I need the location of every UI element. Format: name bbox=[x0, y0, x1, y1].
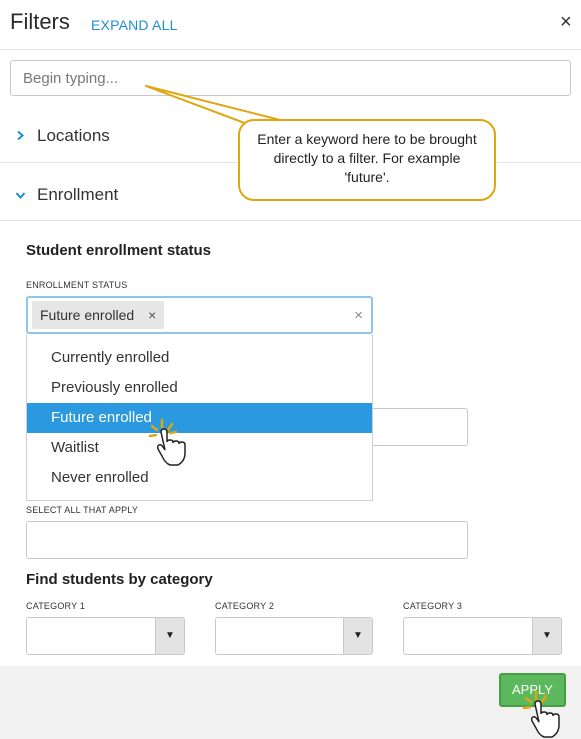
category-heading: Find students by category bbox=[26, 571, 213, 588]
enrollment-status-select[interactable]: Future enrolled × × bbox=[26, 296, 373, 334]
enrollment-options-dropdown: Currently enrolled Previously enrolled F… bbox=[26, 334, 373, 501]
footer-bar bbox=[0, 666, 581, 739]
chevron-down-icon bbox=[16, 192, 25, 200]
selected-tag: Future enrolled × bbox=[32, 301, 165, 329]
callout-tooltip: Enter a keyword here to be brought direc… bbox=[238, 119, 496, 201]
close-icon[interactable]: × bbox=[560, 11, 572, 33]
panel-title: Filters bbox=[10, 9, 70, 34]
dropdown-arrow-icon: ▼ bbox=[155, 618, 184, 654]
expand-all-link[interactable]: EXPAND ALL bbox=[91, 17, 178, 33]
category-3-select[interactable]: ▼ bbox=[403, 617, 562, 655]
hand-cursor-icon bbox=[148, 418, 186, 466]
option-waitlist[interactable]: Waitlist bbox=[27, 433, 372, 463]
category-3-label: CATEGORY 3 bbox=[403, 601, 463, 611]
selected-tag-label: Future enrolled bbox=[40, 307, 135, 323]
option-currently-enrolled[interactable]: Currently enrolled bbox=[27, 343, 372, 373]
enrollment-status-label: ENROLLMENT STATUS bbox=[26, 280, 128, 290]
category-1-label: CATEGORY 1 bbox=[26, 601, 86, 611]
header-divider bbox=[0, 49, 581, 50]
chevron-right-icon bbox=[17, 131, 25, 140]
category-2-label: CATEGORY 2 bbox=[215, 601, 275, 611]
dropdown-arrow-icon: ▼ bbox=[532, 618, 561, 654]
hand-cursor-icon bbox=[522, 690, 560, 738]
tag-remove-icon[interactable]: × bbox=[148, 307, 156, 323]
section-locations-label: Locations bbox=[37, 126, 110, 145]
option-previously-enrolled[interactable]: Previously enrolled bbox=[27, 373, 372, 403]
section-divider bbox=[0, 220, 581, 221]
option-never-enrolled[interactable]: Never enrolled bbox=[27, 463, 372, 493]
category-2-select[interactable]: ▼ bbox=[215, 617, 373, 655]
dropdown-arrow-icon: ▼ bbox=[343, 618, 372, 654]
filter-search-input[interactable] bbox=[10, 60, 571, 96]
category-1-select[interactable]: ▼ bbox=[26, 617, 185, 655]
clear-selection-icon[interactable]: × bbox=[354, 307, 363, 324]
select-all-input[interactable] bbox=[26, 521, 468, 559]
option-future-enrolled[interactable]: Future enrolled bbox=[27, 403, 372, 433]
section-enrollment-label: Enrollment bbox=[37, 185, 119, 204]
enrollment-status-heading: Student enrollment status bbox=[26, 242, 212, 259]
select-all-label: SELECT ALL THAT APPLY bbox=[26, 505, 139, 515]
